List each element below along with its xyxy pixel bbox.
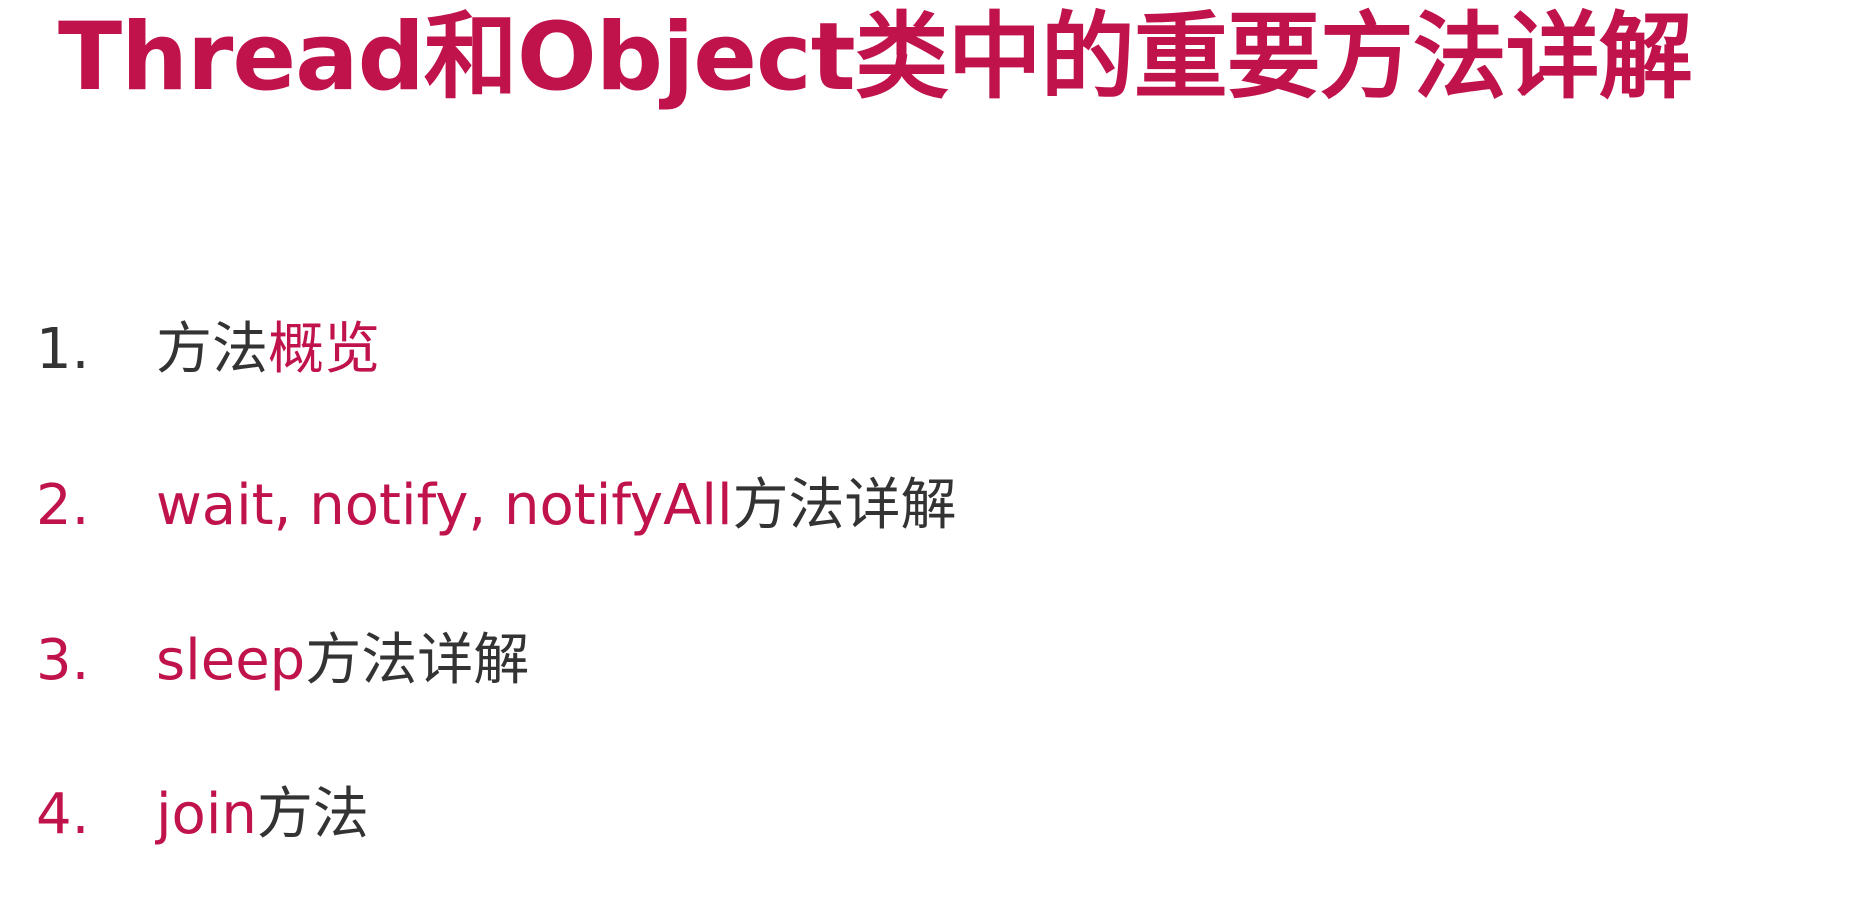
item-number: 4. [36, 782, 90, 847]
item-text-part: 方法 [256, 782, 369, 847]
item-number: 1. [36, 317, 90, 382]
item-text-highlight: join [156, 782, 257, 847]
item-text-highlight: 概览 [268, 317, 380, 382]
item-text-part: 方法详解 [305, 628, 530, 693]
item-text-part: 方法 [156, 317, 268, 382]
item-text: join方法 [156, 779, 369, 851]
item-text: wait, notify, notifyAll方法详解 [156, 470, 957, 542]
item-text: 方法概览 [156, 314, 380, 386]
item-text-highlight: sleep [156, 628, 306, 693]
item-number: 3. [36, 628, 90, 693]
item-text: sleep方法详解 [156, 625, 529, 697]
slide-title: Thread和Object类中的重要方法详解 [58, 3, 1693, 112]
item-text-highlight: wait, notify, notifyAll [156, 473, 733, 538]
item-number: 2. [36, 473, 90, 538]
item-text-part: 方法详解 [732, 473, 957, 538]
